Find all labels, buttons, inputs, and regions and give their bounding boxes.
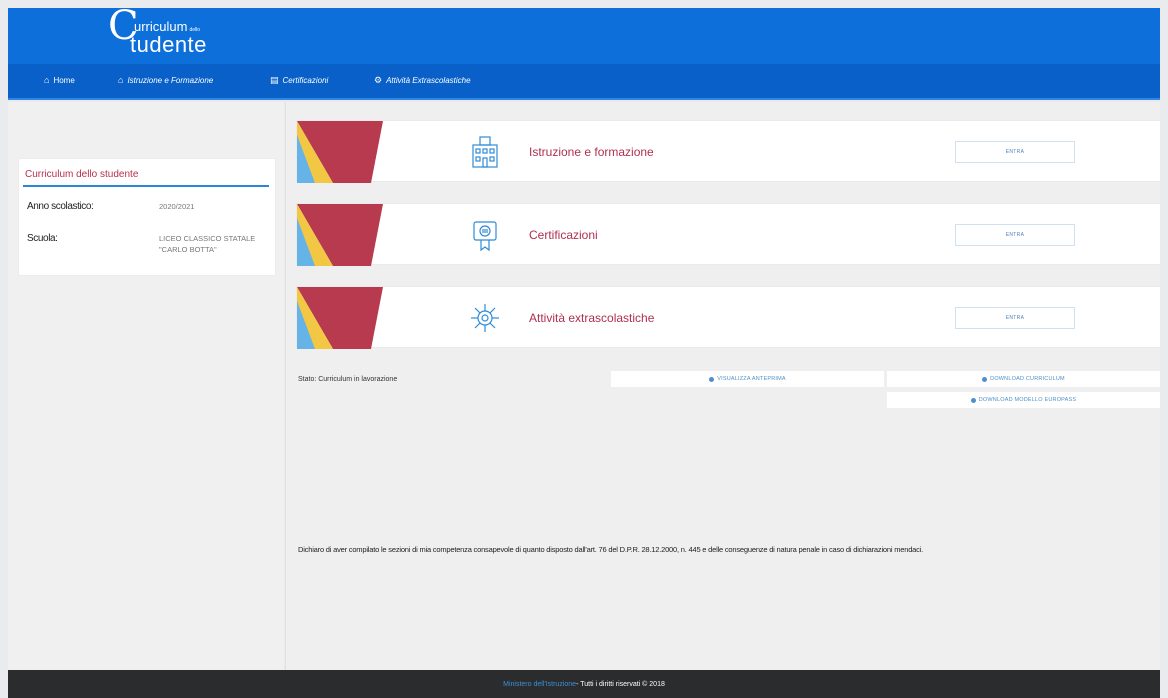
entra-button[interactable]: ENTRA	[955, 141, 1075, 163]
school-building-icon	[472, 136, 498, 168]
download-europass-button[interactable]: DOWNLOAD MODELLO EUROPASS	[887, 392, 1160, 408]
title-underline	[23, 185, 269, 187]
nav-attivita-label: Attività Extrascolastiche	[386, 76, 471, 85]
download-icon	[982, 376, 988, 382]
top-header: C urriculum dello tudente	[8, 6, 1160, 64]
card-attivita: Attività extrascolastiche ENTRA	[296, 286, 1161, 349]
scuola-label: Scuola:	[27, 233, 58, 244]
anno-value: 2020/2021	[159, 202, 195, 211]
virus-gear-icon	[471, 304, 499, 332]
nav-attivita[interactable]: ⚙ Attività Extrascolastiche	[374, 75, 471, 86]
certificate-icon: ▤	[270, 75, 279, 85]
card-decoration	[297, 287, 383, 349]
download-icon	[970, 397, 976, 403]
main-navbar: ⌂ Home ⌂ Istruzione e Formazione ▤ Certi…	[8, 64, 1160, 100]
anteprima-label: VISUALIZZA ANTEPRIMA	[717, 376, 786, 382]
curriculum-studente-logo[interactable]: C urriculum dello tudente	[108, 6, 258, 62]
ministry-link[interactable]: Ministero dell'Istruzione	[503, 681, 576, 688]
declaration-text: Dichiaro di aver compilato le sezioni di…	[298, 545, 924, 554]
download-curriculum-button[interactable]: DOWNLOAD CURRICULUM	[887, 371, 1160, 387]
entra-button[interactable]: ENTRA	[955, 224, 1075, 246]
copyright-text: - Tutti i diritti riservati © 2018	[576, 680, 665, 688]
scuola-value: LICEO CLASSICO STATALE "CARLO BOTTA"	[159, 234, 256, 254]
page-footer: Ministero dell'Istruzione - Tutti i diri…	[8, 670, 1160, 698]
nav-home[interactable]: ⌂ Home	[44, 75, 75, 85]
nav-home-label: Home	[53, 75, 75, 85]
school-icon: ⌂	[118, 75, 124, 85]
card-title: Certificazioni	[529, 228, 598, 242]
card-decoration	[297, 204, 383, 266]
nav-certificazioni[interactable]: ▤ Certificazioni	[270, 75, 328, 86]
anno-label: Anno scolastico:	[27, 201, 94, 212]
card-decoration	[297, 121, 383, 183]
logo-line2: tudente	[130, 32, 207, 57]
card-title: Istruzione e formazione	[529, 145, 654, 159]
nav-certificazioni-label: Certificazioni	[282, 76, 329, 85]
visualizza-anteprima-button[interactable]: VISUALIZZA ANTEPRIMA	[611, 371, 884, 387]
download-label: DOWNLOAD CURRICULUM	[990, 376, 1065, 382]
info-card-title: Curriculum dello studente	[25, 169, 139, 180]
nav-istruzione-label: Istruzione e Formazione	[127, 75, 214, 85]
eye-icon	[709, 376, 715, 382]
certificate-icon	[473, 221, 497, 252]
card-istruzione: Istruzione e formazione ENTRA	[296, 120, 1161, 183]
card-title: Attività extrascolastiche	[529, 311, 655, 325]
nav-istruzione[interactable]: ⌂ Istruzione e Formazione	[118, 75, 213, 85]
gear-icon: ⚙	[374, 75, 383, 85]
card-certificazioni: Certificazioni ENTRA	[296, 203, 1161, 266]
curriculum-status: Stato: Curriculum in lavorazione	[298, 376, 398, 383]
home-icon: ⌂	[44, 75, 50, 85]
entra-button[interactable]: ENTRA	[955, 307, 1075, 329]
student-info-card: Curriculum dello studente Anno scolastic…	[18, 158, 276, 276]
europass-label: DOWNLOAD MODELLO EUROPASS	[978, 397, 1077, 403]
